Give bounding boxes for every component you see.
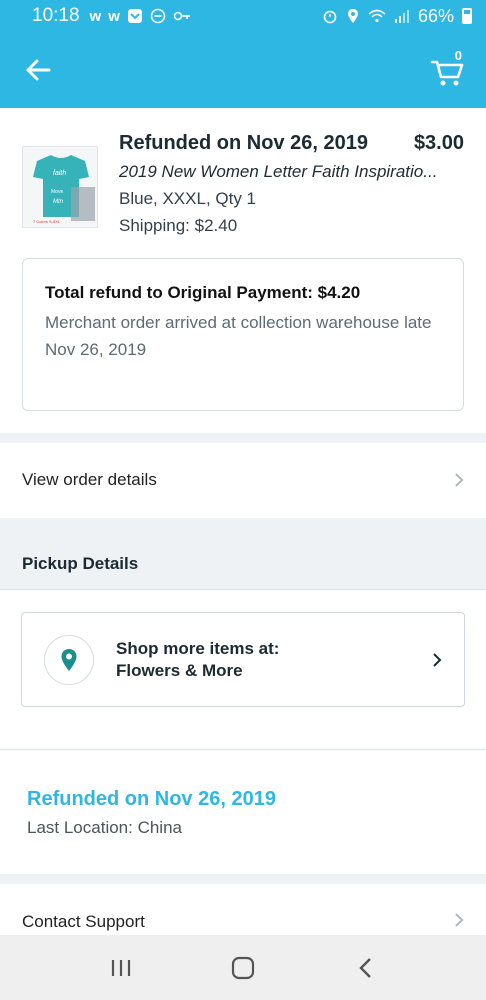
item-shipping: Shipping: $2.40 [119, 216, 238, 235]
view-order-details-label: View order details [22, 470, 157, 489]
item-variant: Blue, XXXL, Qty 1 [119, 189, 257, 208]
recent-apps-icon [111, 959, 131, 976]
status-time: 10:18 [32, 5, 80, 26]
cart-count-badge: 0 [454, 48, 462, 63]
svg-text:Move: Move [51, 189, 63, 195]
chevron-right-icon [433, 652, 442, 667]
signal-icon [394, 10, 409, 23]
location-pin-badge [44, 634, 94, 685]
section-divider [0, 433, 486, 443]
arrow-left-icon [26, 59, 51, 81]
refund-summary: Total refund to Original Payment: $4.20 … [22, 258, 464, 411]
recent-apps-button[interactable] [101, 948, 141, 988]
w-app-icon: w [108, 7, 120, 25]
chevron-right-icon [455, 913, 464, 927]
key-icon [173, 11, 190, 21]
back-button[interactable] [22, 54, 54, 86]
divider [0, 749, 486, 750]
battery-icon [462, 8, 472, 24]
w-app-icon: w [89, 7, 102, 25]
tracking-location: Last Location: China [27, 818, 182, 837]
system-back-button[interactable] [345, 948, 385, 988]
pickup-details-header: Pickup Details [0, 518, 486, 590]
do-not-disturb-icon [150, 8, 166, 24]
tracking-status: Refunded on Nov 26, 2019 [27, 788, 276, 810]
svg-text:faith: faith [53, 170, 66, 177]
section-divider [0, 874, 486, 884]
shop-more-card[interactable]: Shop more items at: Flowers & More [21, 612, 465, 707]
item-price: $3.00 [413, 132, 464, 154]
wifi-icon [368, 9, 386, 23]
status-bar: 10:18 w w 66% [0, 0, 486, 32]
cart-icon [430, 60, 464, 86]
location-pin-icon [61, 648, 77, 671]
location-icon [347, 9, 358, 23]
battery-percent: 66% [417, 5, 454, 26]
svg-text:Mtn: Mtn [53, 199, 64, 205]
refund-date: Nov 26, 2019 [45, 340, 147, 359]
chevron-right-icon [455, 473, 464, 487]
system-nav-bar [0, 935, 486, 1000]
back-icon [359, 957, 371, 978]
shop-more-text: Shop more items at: Flowers & More [116, 638, 279, 682]
refund-reason: Merchant order arrived at collection war… [45, 313, 432, 332]
status-left-icons: w w [90, 8, 191, 25]
refund-total: Total refund to Original Payment: $4.20 [45, 283, 361, 302]
order-item[interactable]: faith Move Mtn 7 Colors S-5XL Refunded o… [0, 108, 486, 256]
item-status: Refunded on Nov 26, 2019 [119, 132, 368, 154]
shop-more-label: Shop more items at: [116, 638, 280, 658]
shield-app-icon [127, 9, 142, 23]
view-order-details-row[interactable]: View order details [0, 443, 486, 517]
status-right-icons: 66% [322, 6, 472, 27]
home-button[interactable] [223, 948, 263, 988]
contact-support-label: Contact Support [22, 912, 145, 931]
home-icon [231, 956, 255, 979]
svg-text:7 Colors S-5XL: 7 Colors S-5XL [33, 219, 61, 224]
shop-name: Flowers & More [116, 660, 243, 680]
alarm-icon [323, 10, 337, 24]
cart-button[interactable]: 0 [428, 48, 468, 90]
product-thumbnail: faith Move Mtn 7 Colors S-5XL [22, 146, 98, 228]
contact-support-row[interactable]: Contact Support [0, 884, 486, 935]
app-bar: 0 [0, 32, 486, 108]
item-name: 2019 New Women Letter Faith Inspiratio..… [119, 162, 438, 181]
